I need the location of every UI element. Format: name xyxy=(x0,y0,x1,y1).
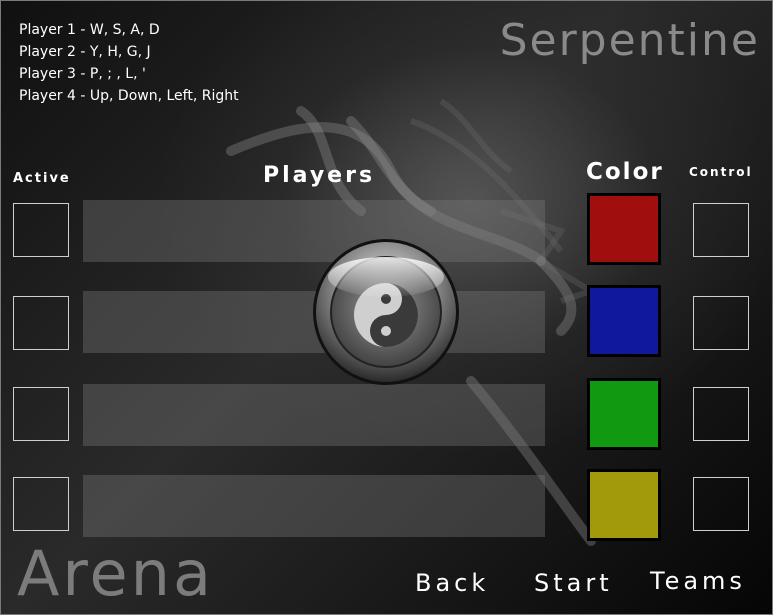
player-name-field-3[interactable] xyxy=(83,384,545,446)
yin-yang-button[interactable] xyxy=(311,237,461,387)
back-button[interactable]: Back xyxy=(415,569,489,597)
controls-help-line: Player 1 - W, S, A, D xyxy=(19,22,160,38)
active-header: Active xyxy=(13,171,71,186)
subtitle-logo: Arena xyxy=(17,537,214,610)
control-selector-player-2[interactable] xyxy=(693,296,749,350)
yin-yang-icon xyxy=(313,239,459,385)
controls-help: Player 1 - W, S, A, D Player 2 - Y, H, G… xyxy=(19,19,239,107)
active-checkbox-player-3[interactable] xyxy=(13,387,69,441)
controls-help-line: Player 3 - P, ; , L, ' xyxy=(19,66,146,82)
color-swatch-player-1[interactable] xyxy=(587,193,661,265)
color-swatch-player-4[interactable] xyxy=(587,469,661,541)
color-header: Color xyxy=(586,159,664,185)
players-header: Players xyxy=(263,163,376,188)
color-swatch-player-3[interactable] xyxy=(587,378,661,450)
title-logo: Serpentine xyxy=(499,15,760,66)
teams-button[interactable]: Teams xyxy=(650,567,746,595)
control-selector-player-4[interactable] xyxy=(693,477,749,531)
control-selector-player-3[interactable] xyxy=(693,387,749,441)
active-checkbox-player-2[interactable] xyxy=(13,296,69,350)
player-name-field-4[interactable] xyxy=(83,475,545,537)
game-menu-screen: Player 1 - W, S, A, D Player 2 - Y, H, G… xyxy=(0,0,773,615)
control-header: Control xyxy=(689,165,753,179)
start-button[interactable]: Start xyxy=(534,569,613,597)
active-checkbox-player-1[interactable] xyxy=(13,203,69,257)
active-checkbox-player-4[interactable] xyxy=(13,477,69,531)
color-swatch-player-2[interactable] xyxy=(587,285,661,357)
control-selector-player-1[interactable] xyxy=(693,203,749,257)
controls-help-line: Player 4 - Up, Down, Left, Right xyxy=(19,88,239,104)
controls-help-line: Player 2 - Y, H, G, J xyxy=(19,44,151,60)
